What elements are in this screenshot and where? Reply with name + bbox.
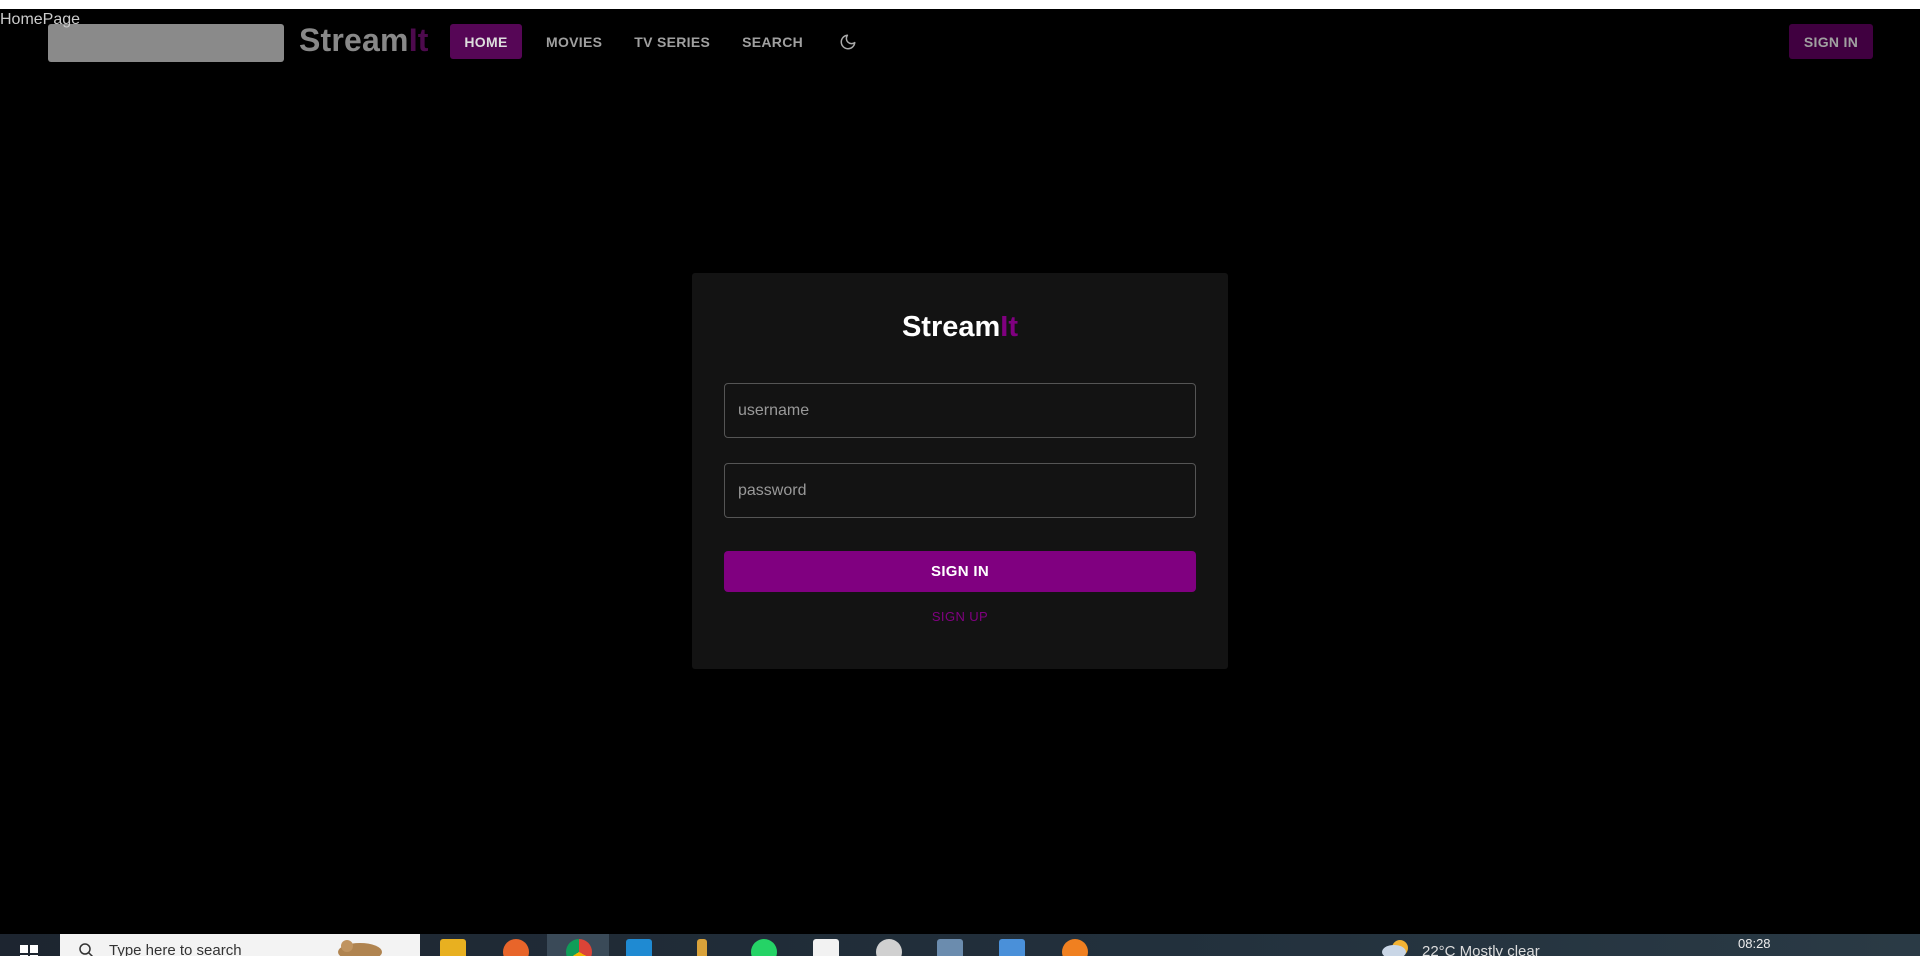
taskbar-search-placeholder: Type here to search	[109, 942, 242, 956]
brand-main-text: Stream	[299, 22, 409, 58]
vscode-icon[interactable]	[626, 939, 652, 956]
nav-movies[interactable]: MOVIES	[534, 24, 614, 59]
paint-icon[interactable]	[697, 939, 707, 956]
nav-home[interactable]: HOME	[450, 24, 522, 59]
logo-image-placeholder[interactable]	[48, 24, 284, 62]
app-icon[interactable]	[937, 939, 963, 956]
page-tab-label: HomePage	[0, 11, 81, 28]
mail-icon[interactable]	[999, 939, 1025, 956]
signup-link[interactable]: SIGN UP	[692, 609, 1228, 624]
firefox-icon[interactable]	[503, 939, 529, 956]
signin-submit-button[interactable]: SIGN IN	[724, 551, 1196, 592]
windows-start-icon[interactable]	[18, 943, 40, 956]
brand-accent-text: It	[408, 22, 429, 58]
main-nav: HOME MOVIES TV SERIES SEARCH	[450, 24, 865, 59]
nav-tv-series[interactable]: TV SERIES	[622, 24, 722, 59]
settings-icon[interactable]	[876, 939, 902, 956]
login-brand: StreamIt	[692, 311, 1228, 344]
weather-text: 22°C Mostly clear	[1422, 943, 1540, 956]
os-taskbar: Type here to search 22°C Mostly clear 08…	[0, 934, 1920, 956]
file-explorer-icon[interactable]	[440, 939, 466, 956]
weather-icon	[1382, 940, 1408, 956]
clock-time: 08:28	[1738, 936, 1771, 951]
app-icon[interactable]	[1062, 939, 1088, 956]
login-brand-accent: It	[1000, 311, 1019, 343]
search-icon	[79, 943, 94, 956]
search-highlight-icon	[338, 940, 382, 956]
username-input[interactable]	[724, 383, 1196, 438]
login-card: StreamIt SIGN IN SIGN UP	[692, 273, 1228, 669]
moon-icon	[840, 34, 856, 49]
whatsapp-icon[interactable]	[751, 939, 777, 956]
brand-logo[interactable]: StreamIt	[299, 22, 429, 59]
browser-top-strip	[0, 0, 1920, 9]
theme-toggle-button[interactable]	[831, 24, 865, 59]
site-header: StreamIt HOME MOVIES TV SERIES SEARCH SI…	[0, 9, 1920, 75]
nav-search[interactable]: SEARCH	[730, 24, 815, 59]
pdf-icon[interactable]	[813, 939, 839, 956]
taskbar-search-box[interactable]: Type here to search	[60, 934, 420, 956]
password-input[interactable]	[724, 463, 1196, 518]
header-signin-button[interactable]: SIGN IN	[1789, 24, 1873, 59]
login-brand-main: Stream	[901, 311, 1001, 343]
